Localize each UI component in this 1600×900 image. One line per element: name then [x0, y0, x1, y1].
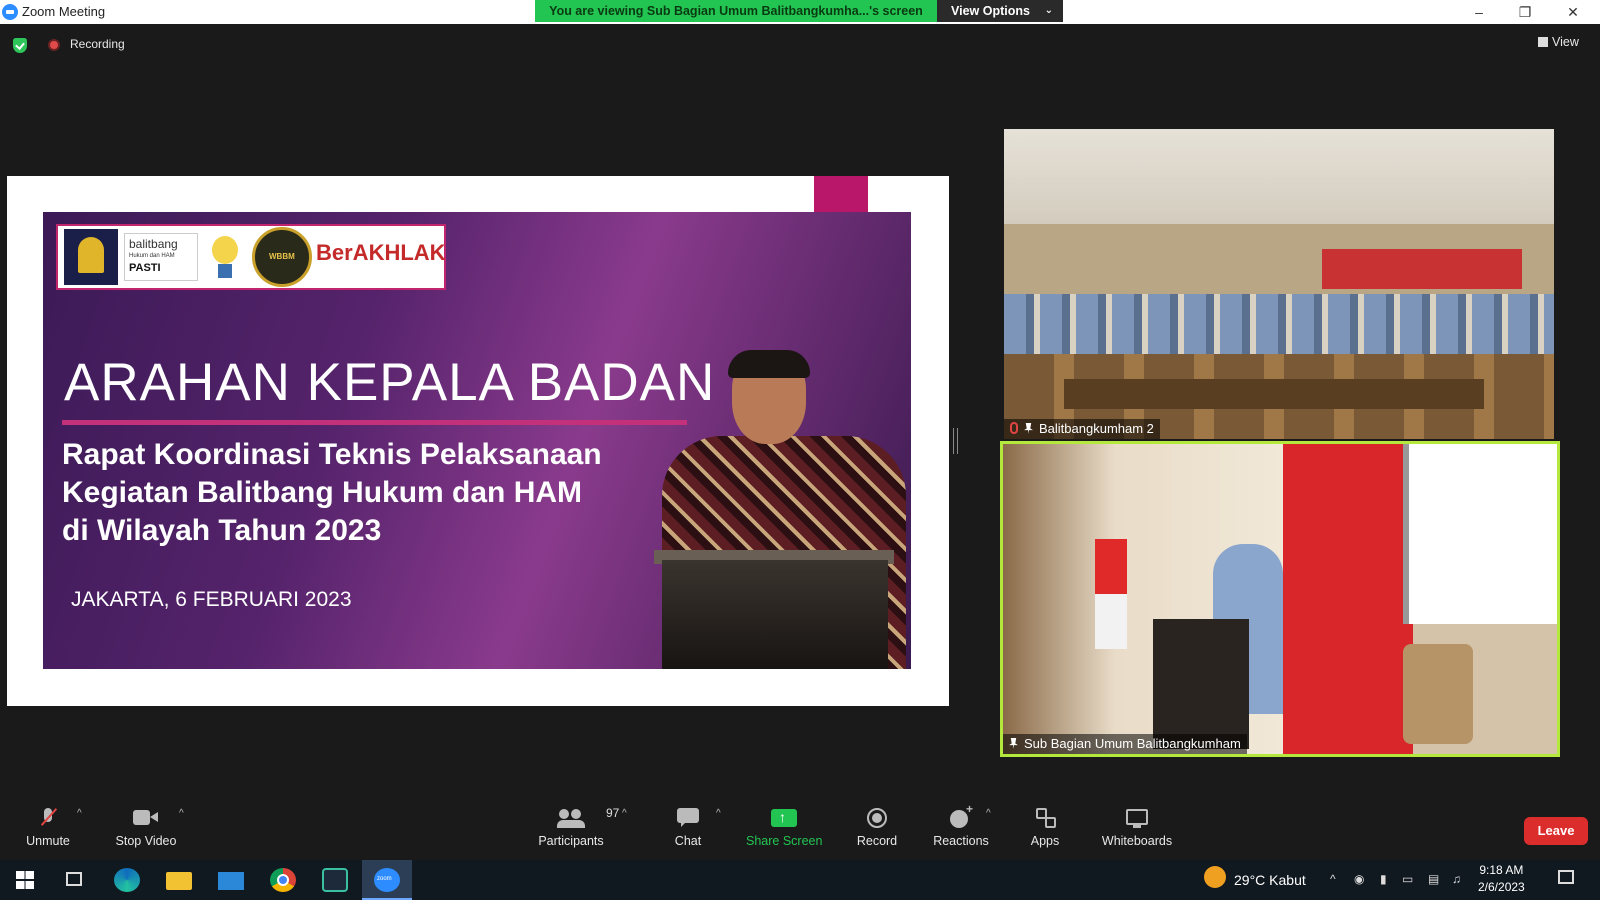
edge-browser-icon[interactable] [114, 868, 140, 892]
subtitle-line: di Wilayah Tahun 2023 [62, 514, 382, 547]
panel-resize-handle[interactable] [953, 428, 958, 454]
clock-time: 9:18 AM [1479, 863, 1524, 877]
view-options-label: View Options [951, 4, 1030, 18]
view-layout-icon [1538, 37, 1548, 47]
view-button[interactable]: View [1538, 35, 1579, 49]
weather-temperature: 29°C [1234, 872, 1266, 888]
speaker-photo [654, 350, 914, 669]
clock-date: 2/6/2023 [1478, 880, 1525, 894]
app-icon[interactable] [322, 868, 348, 892]
apps-button[interactable]: Apps [1028, 808, 1062, 848]
active-speaker-video-tile[interactable]: Sub Bagian Umum Balitbangkumham [1000, 441, 1560, 757]
show-hidden-icons-chevron-icon[interactable]: ^ [1330, 872, 1336, 886]
weather-widget[interactable]: 29°C Kabut [1234, 872, 1306, 888]
microphone-tray-icon[interactable]: ▮ [1380, 872, 1387, 886]
close-button[interactable]: ✕ [1550, 0, 1596, 24]
zoom-taskbar-icon[interactable] [374, 868, 400, 892]
lightbulb-mascot-icon [208, 232, 242, 282]
chrome-icon[interactable] [270, 868, 296, 892]
participants-icon: 97 [557, 806, 619, 828]
participants-count: 97 [606, 806, 620, 820]
view-options-button[interactable]: View Options ⌄ [937, 0, 1063, 22]
windows-start-icon[interactable] [16, 871, 34, 889]
wbbm-seal-icon [252, 227, 312, 287]
subtitle-line: Rapat Koordinasi Teknis Pelaksanaan [62, 438, 602, 471]
reactions-options-caret[interactable]: ^ [986, 808, 991, 819]
mail-icon[interactable] [218, 872, 244, 890]
whiteboards-button[interactable]: Whiteboards [1100, 808, 1174, 848]
stop-video-button[interactable]: Stop Video [110, 808, 182, 848]
title-bar: Zoom Meeting You are viewing Sub Bagian … [0, 0, 1600, 24]
viewing-screen-banner: You are viewing Sub Bagian Umum Balitban… [535, 0, 937, 22]
video-tile[interactable]: Balitbangkumham 2 [1004, 129, 1554, 439]
slide-title: ARAHAN KEPALA BADAN [64, 353, 716, 412]
microphone-muted-icon [41, 808, 55, 828]
leave-button[interactable]: Leave [1524, 817, 1588, 845]
recording-label[interactable]: Recording [70, 37, 125, 51]
chevron-down-icon: ⌄ [1044, 5, 1053, 16]
zoom-app-icon [2, 4, 18, 20]
participant-name-tag: Balitbangkumham 2 [1004, 419, 1160, 439]
participants-options-caret[interactable]: ^ [622, 808, 627, 819]
network-icon[interactable]: ▤ [1428, 872, 1439, 886]
notification-center-icon[interactable] [1558, 870, 1574, 884]
logo-strip: balitbang Hukum dan HAM PASTI BerAKHLAK [56, 224, 446, 290]
weather-description: Kabut [1269, 872, 1306, 888]
record-button[interactable]: Record [855, 808, 899, 848]
file-explorer-icon[interactable] [166, 872, 192, 890]
task-view-icon[interactable] [66, 872, 82, 886]
chat-button[interactable]: Chat [670, 808, 706, 848]
subtitle-line: Kegiatan Balitbang Hukum dan HAM [62, 476, 583, 509]
video-options-caret[interactable]: ^ [179, 808, 184, 819]
participants-button[interactable]: 97 Participants [536, 806, 619, 848]
chat-bubble-icon [677, 808, 699, 828]
chat-options-caret[interactable]: ^ [716, 808, 721, 819]
pin-icon [1024, 423, 1033, 434]
meet-now-icon[interactable]: ◉ [1354, 872, 1364, 886]
unmute-button[interactable]: Unmute [22, 808, 74, 848]
system-clock[interactable]: 9:18 AM 2/6/2023 [1478, 862, 1525, 896]
share-screen-icon [771, 808, 797, 828]
recording-icon [48, 39, 60, 51]
record-icon [867, 808, 887, 828]
video-camera-icon [133, 808, 159, 828]
apps-icon [1036, 808, 1056, 828]
title-underline [62, 420, 687, 425]
slide-subtitle: Rapat Koordinasi Teknis Pelaksanaan Kegi… [62, 436, 712, 550]
meeting-toolbar: Unmute ^ Stop Video ^ 97 Participants ^ … [0, 800, 1600, 860]
encryption-shield-icon[interactable] [13, 38, 27, 53]
participant-name-tag: Sub Bagian Umum Balitbangkumham [1003, 734, 1247, 754]
pin-icon [1009, 738, 1018, 749]
view-label: View [1552, 35, 1579, 49]
minimize-button[interactable]: – [1456, 0, 1502, 24]
whiteboard-icon [1126, 808, 1148, 828]
restore-button[interactable]: ❐ [1502, 0, 1548, 24]
audio-options-caret[interactable]: ^ [77, 808, 82, 819]
volume-icon[interactable]: ♫ [1452, 872, 1461, 886]
share-screen-button[interactable]: Share Screen [746, 808, 822, 848]
reactions-button[interactable]: Reactions [932, 802, 990, 848]
window-title: Zoom Meeting [22, 4, 106, 19]
reactions-smiley-icon [950, 802, 973, 828]
berakhlak-logo: BerAKHLAK [316, 240, 446, 265]
pengayoman-logo-icon [64, 229, 118, 285]
balitbang-logo: balitbang Hukum dan HAM PASTI [124, 233, 198, 281]
battery-icon[interactable]: ▭ [1402, 872, 1413, 886]
weather-icon[interactable] [1204, 866, 1226, 888]
mic-muted-icon [1010, 422, 1018, 434]
slide-date: JAKARTA, 6 FEBRUARI 2023 [71, 588, 352, 611]
